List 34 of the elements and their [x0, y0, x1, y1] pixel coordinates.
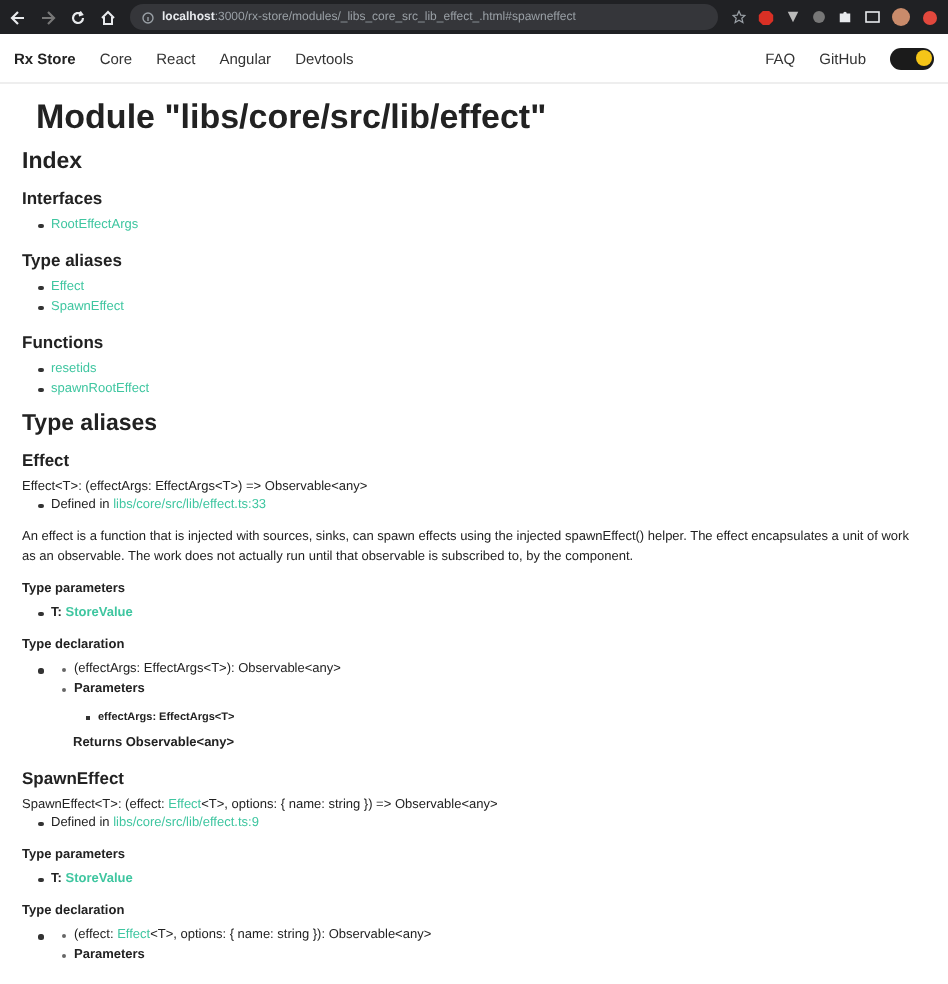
bullet-icon — [38, 611, 43, 617]
bullet-icon — [38, 934, 43, 939]
bullet-icon — [61, 953, 66, 959]
page-title: Module "libs/core/src/lib/effect" — [36, 98, 549, 138]
subsection-heading: SpawnEffect — [22, 768, 127, 788]
forward-icon[interactable] — [40, 9, 56, 25]
bullet-icon — [61, 667, 66, 673]
subsection-heading: Interfaces — [22, 188, 105, 208]
bullet-icon — [38, 223, 43, 229]
bullet-icon — [85, 715, 90, 721]
bullet-icon — [38, 877, 43, 883]
info-icon[interactable] — [142, 11, 154, 23]
stop-sign-icon[interactable] — [758, 9, 774, 25]
subsection-heading: Functions — [22, 332, 106, 352]
back-icon[interactable] — [10, 9, 26, 25]
star-icon[interactable] — [732, 10, 746, 24]
bullet-icon — [61, 933, 66, 939]
bullet-icon — [38, 821, 43, 827]
subsection-heading: Effect — [22, 450, 72, 470]
section-heading: Type aliases — [22, 412, 160, 436]
section-heading: Index — [22, 150, 85, 174]
bullet-icon — [38, 305, 43, 311]
circle-icon[interactable] — [812, 10, 826, 24]
bullet-icon — [38, 503, 43, 509]
home-icon[interactable] — [100, 9, 116, 25]
bullet-icon — [61, 687, 66, 693]
avatar-icon[interactable] — [892, 8, 910, 26]
bullet-icon — [38, 367, 43, 373]
bullet-icon — [38, 285, 43, 291]
subsection-heading: Type aliases — [22, 250, 124, 270]
theme-toggle[interactable] — [890, 47, 934, 69]
reload-icon[interactable] — [70, 9, 86, 25]
bullet-icon — [38, 668, 43, 673]
bullet-icon — [38, 387, 43, 393]
